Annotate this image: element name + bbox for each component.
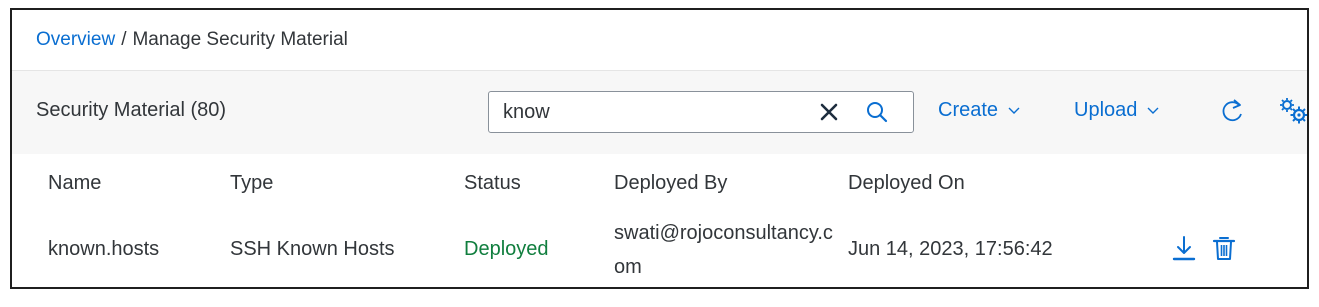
row-type: SSH Known Hosts	[230, 238, 395, 260]
table-toolbar: Security Material (80) Create Upload	[12, 70, 1307, 156]
breadcrumb: Overview / Manage Security Material	[12, 10, 1307, 70]
create-menu-button[interactable]: Create	[938, 99, 1020, 122]
row-deployed-by: swati@rojoconsultancy.com	[614, 222, 833, 278]
column-header-name[interactable]: Name	[48, 172, 101, 195]
breadcrumb-separator: /	[121, 29, 127, 50]
upload-label: Upload	[1074, 99, 1138, 121]
column-header-deployed-on[interactable]: Deployed On	[848, 172, 965, 195]
security-material-panel: Overview / Manage Security Material Secu…	[10, 8, 1309, 289]
search-input[interactable]	[503, 98, 783, 126]
settings-gears-icon[interactable]	[1278, 97, 1307, 125]
clear-icon[interactable]	[819, 102, 839, 122]
column-header-deployed-by[interactable]: Deployed By	[614, 172, 727, 195]
download-icon[interactable]	[1172, 234, 1196, 267]
chevron-down-icon	[1147, 107, 1159, 114]
table-header: Name Type Status Deployed By Deployed On	[12, 154, 1307, 213]
row-deployed-on: Jun 14, 2023, 17:56:42	[848, 238, 1053, 260]
breadcrumb-overview-link[interactable]: Overview	[36, 29, 115, 51]
delete-icon[interactable]	[1212, 234, 1236, 267]
search-icon[interactable]	[865, 100, 889, 124]
create-label: Create	[938, 99, 999, 121]
refresh-icon[interactable]	[1220, 97, 1246, 125]
row-name: known.hosts	[48, 238, 160, 260]
table-title: Security Material (80)	[36, 99, 227, 121]
breadcrumb-current: Manage Security Material	[132, 29, 348, 50]
column-header-status[interactable]: Status	[464, 172, 521, 195]
chevron-down-icon	[1008, 107, 1020, 114]
table-row[interactable]: known.hosts SSH Known Hosts Deployed swa…	[12, 212, 1307, 287]
column-header-type[interactable]: Type	[230, 172, 273, 195]
status-badge: Deployed	[464, 238, 549, 260]
upload-menu-button[interactable]: Upload	[1074, 99, 1159, 122]
search-field[interactable]	[488, 91, 914, 133]
